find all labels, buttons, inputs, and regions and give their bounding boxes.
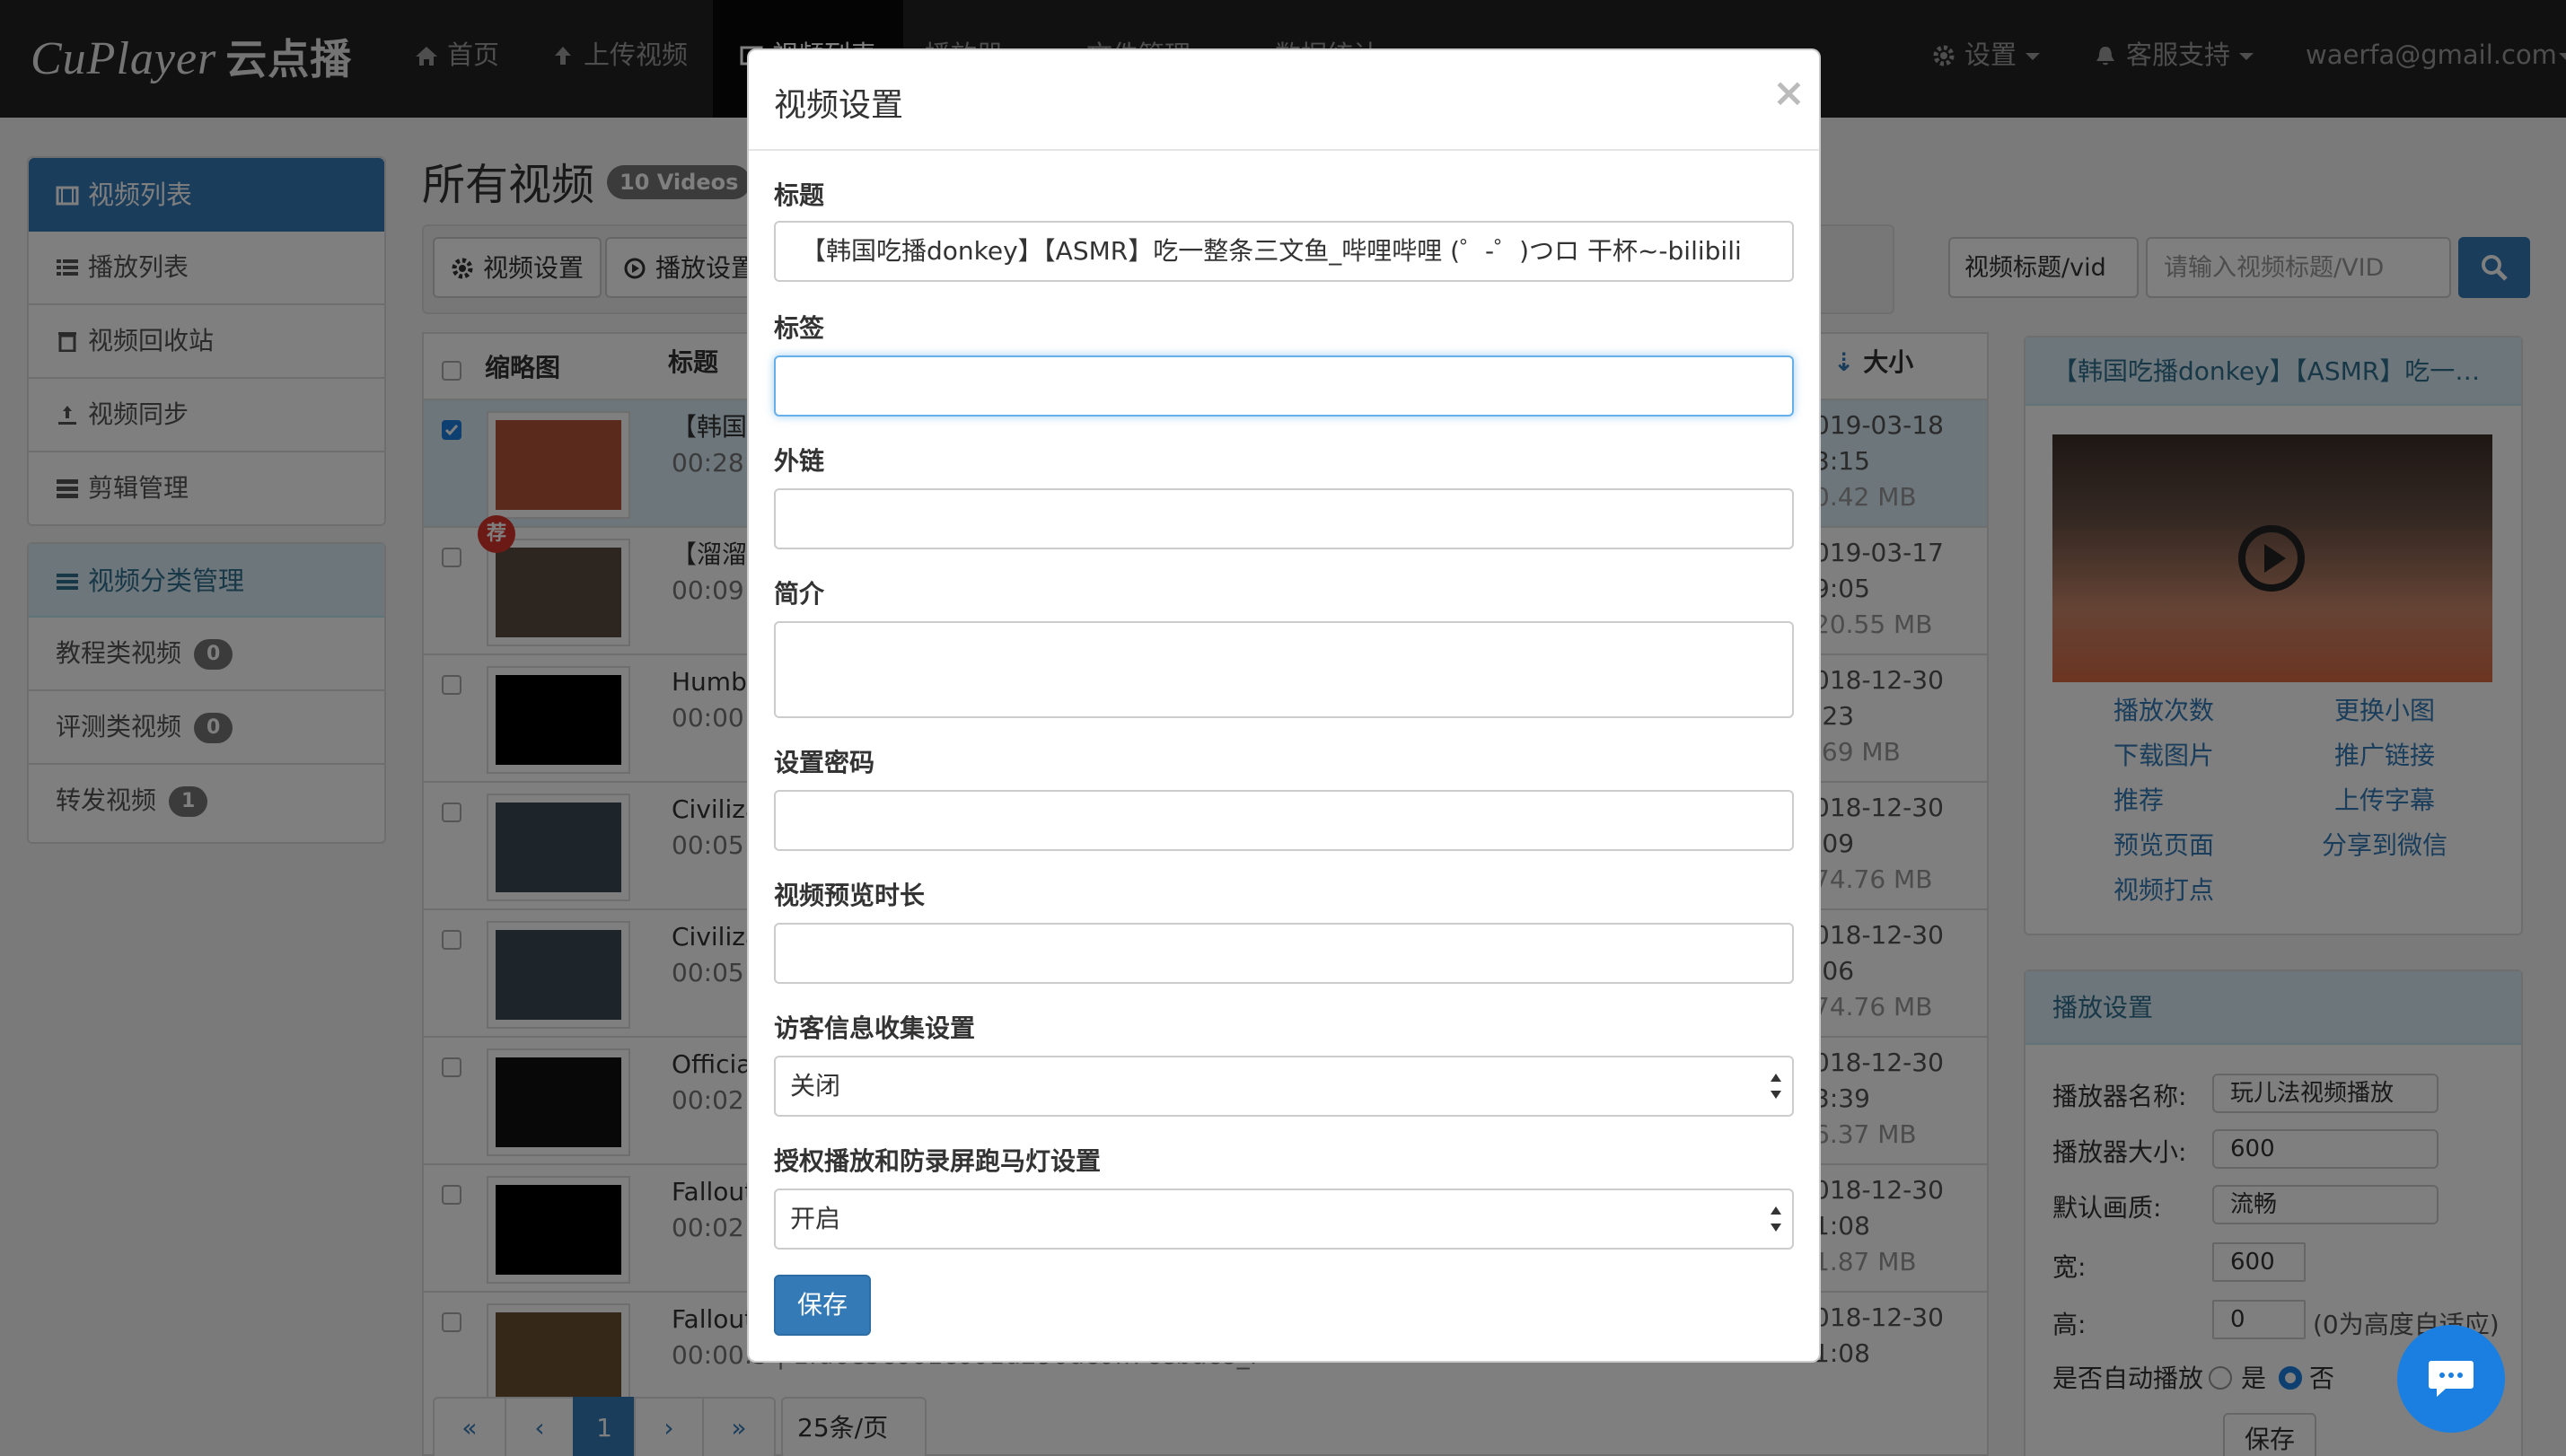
password-input[interactable] bbox=[774, 790, 1794, 851]
select-arrows-icon bbox=[1771, 1074, 1781, 1099]
auth-select[interactable]: 开启 bbox=[774, 1188, 1794, 1250]
visitor-info-label: 访客信息收集设置 bbox=[774, 1013, 976, 1043]
title-label: 标题 bbox=[774, 180, 825, 210]
chat-button[interactable] bbox=[2397, 1325, 2505, 1433]
link-label: 外链 bbox=[774, 446, 825, 476]
close-icon[interactable]: × bbox=[1772, 70, 1806, 116]
auth-label: 授权播放和防录屏跑马灯设置 bbox=[774, 1146, 1102, 1176]
chat-icon bbox=[2429, 1361, 2474, 1397]
intro-label: 简介 bbox=[774, 579, 825, 609]
preview-duration-input[interactable] bbox=[774, 923, 1794, 984]
password-label: 设置密码 bbox=[774, 748, 875, 777]
link-input[interactable] bbox=[774, 488, 1794, 549]
tags-label: 标签 bbox=[774, 313, 825, 343]
title-input[interactable]: 【韩国吃播donkey】【ASMR】吃一整条三文鱼_哔哩哔哩 (゜-゜)つロ 干… bbox=[774, 221, 1794, 282]
save-button[interactable]: 保存 bbox=[774, 1275, 871, 1336]
modal-title: 视频设置 bbox=[774, 87, 904, 124]
preview-duration-label: 视频预览时长 bbox=[774, 881, 926, 910]
select-arrows-icon bbox=[1771, 1206, 1781, 1232]
tags-input[interactable] bbox=[774, 355, 1794, 417]
video-settings-modal: 视频设置 × 标题 【韩国吃播donkey】【ASMR】吃一整条三文鱼_哔哩哔哩… bbox=[747, 48, 1821, 1363]
visitor-info-select[interactable]: 关闭 bbox=[774, 1056, 1794, 1117]
modal-divider bbox=[749, 149, 1819, 151]
intro-textarea[interactable] bbox=[774, 621, 1794, 718]
